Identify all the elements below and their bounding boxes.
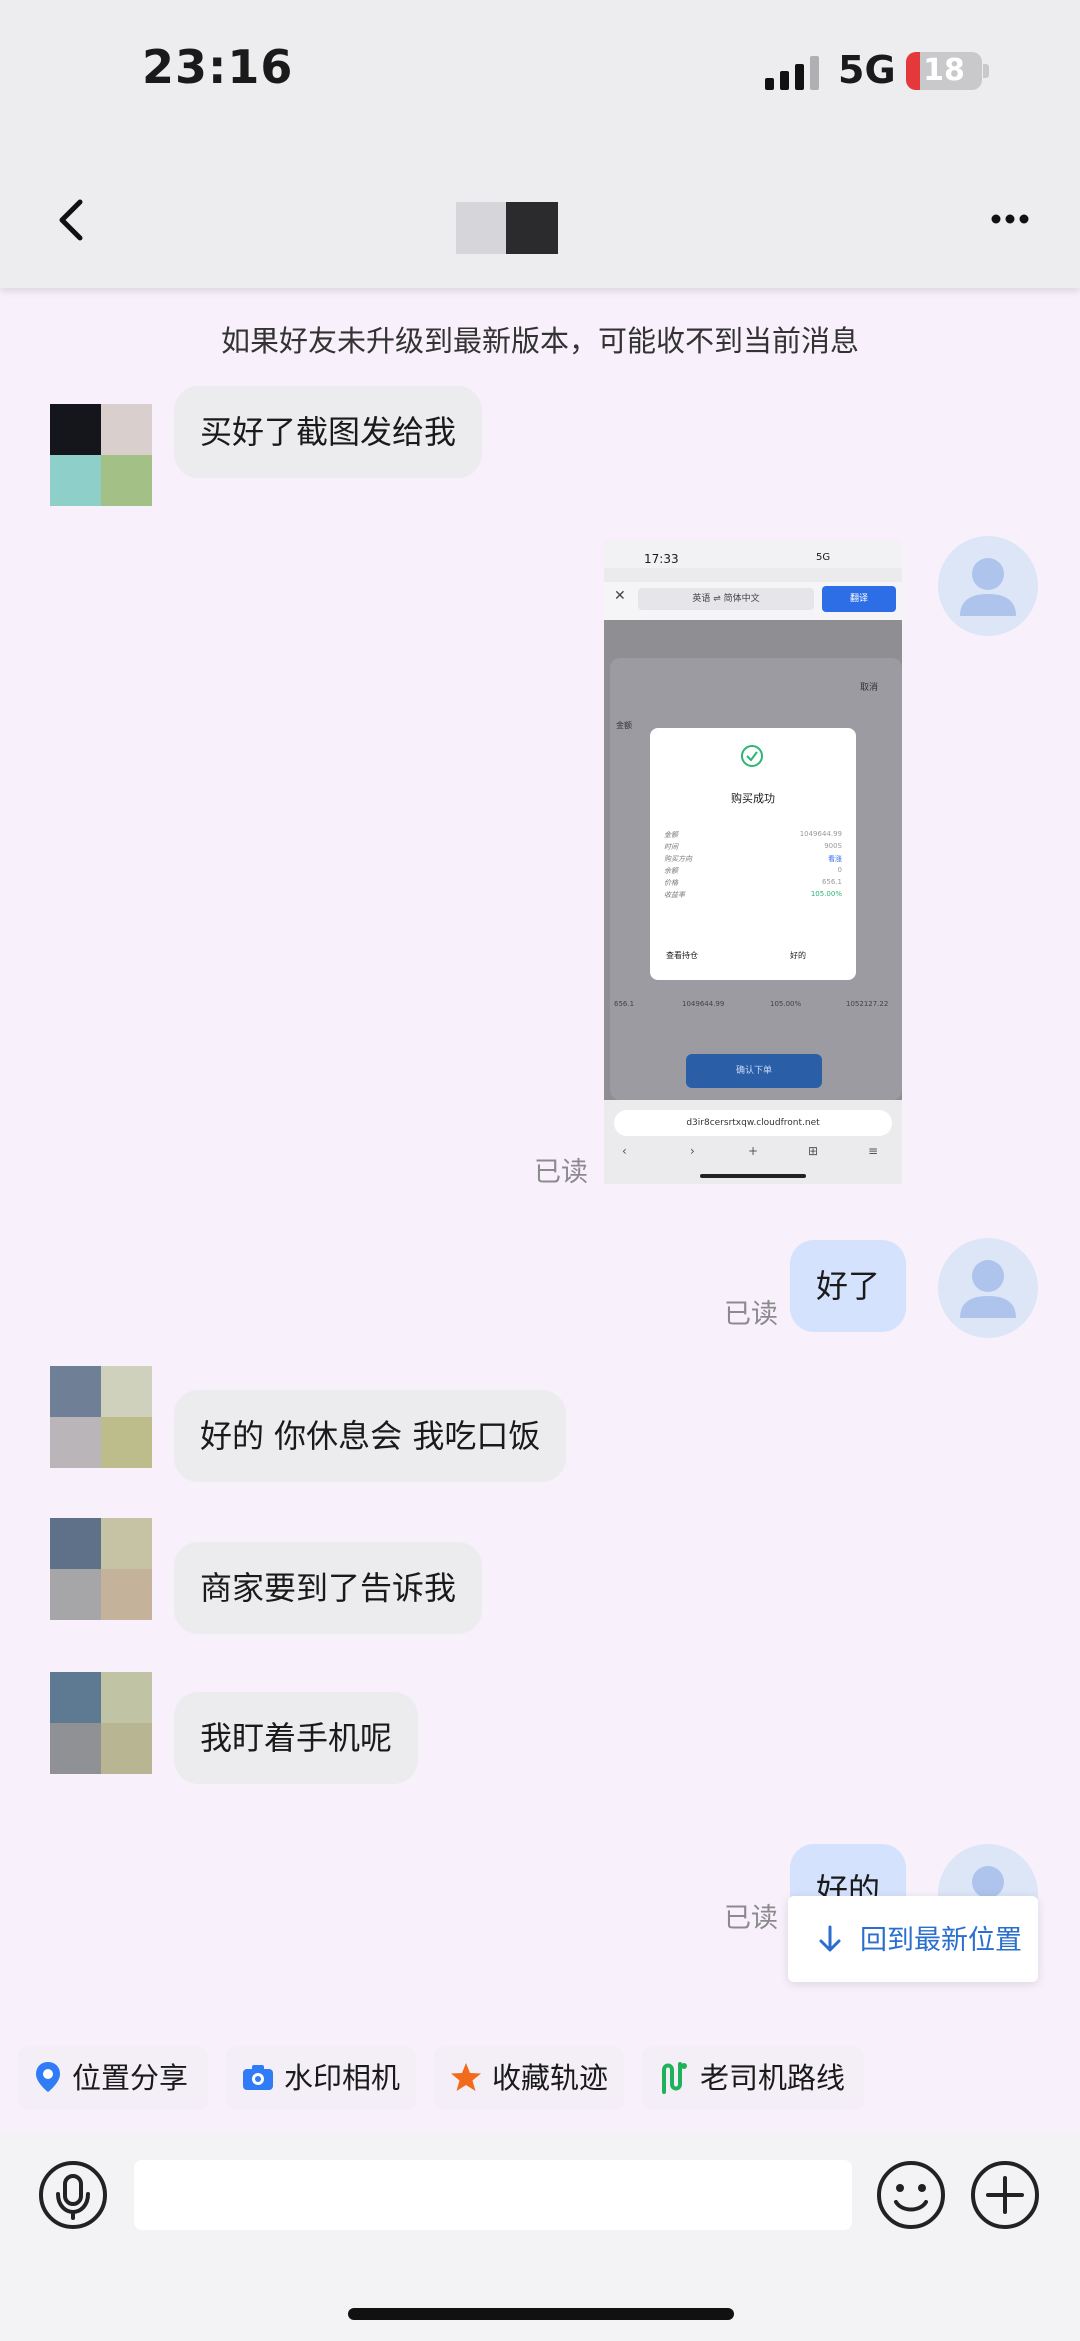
- status-time: 23:16: [142, 40, 294, 94]
- image-dialog-right-button: 好的: [790, 951, 806, 960]
- image-row-label: 金额: [664, 831, 678, 839]
- image-browser-nav: ‹ › + ⊞ ≡: [622, 1144, 879, 1158]
- jump-to-latest-label: 回到最新位置: [860, 1925, 1022, 1956]
- tool-label: 老司机路线: [700, 2061, 846, 2095]
- home-indicator: [348, 2308, 734, 2320]
- image-url: d3ir8cersrtxqw.cloudfront.net: [614, 1110, 892, 1136]
- contact-avatar[interactable]: [50, 1518, 152, 1620]
- image-network: 5G: [816, 552, 831, 563]
- tool-label: 水印相机: [284, 2061, 401, 2095]
- jump-to-latest-button[interactable]: 回到最新位置: [788, 1896, 1038, 1982]
- my-avatar[interactable]: [938, 1238, 1038, 1338]
- image-message[interactable]: 17:33 5G ✕ 英语 ⇌ 简体中文 翻译 取消 金额 购买成功 金额 104…: [604, 540, 902, 1184]
- image-row-label: 购买方向: [664, 855, 692, 863]
- battery-level: 18: [923, 53, 965, 88]
- image-row-label: 余额: [664, 867, 678, 875]
- message-input[interactable]: [134, 2160, 852, 2230]
- tool-label: 位置分享: [72, 2061, 189, 2095]
- message-bubble[interactable]: 我盯着手机呢: [174, 1692, 419, 1784]
- image-dialog-left-button: 查看持仓: [666, 951, 698, 960]
- tool-watermark-camera[interactable]: 水印相机: [226, 2046, 416, 2110]
- image-cancel: 取消: [860, 683, 879, 693]
- location-pin-icon: [36, 2062, 60, 2092]
- image-row-label: 收益率: [664, 891, 685, 899]
- close-icon: ✕: [614, 588, 626, 604]
- contact-avatar[interactable]: [50, 1672, 152, 1774]
- read-status: 已读: [724, 1299, 778, 1330]
- route-icon: [662, 2062, 687, 2094]
- network-label: 5G: [838, 48, 896, 92]
- contact-avatar[interactable]: [50, 1366, 152, 1468]
- message-bubble[interactable]: 好的 你休息会 我吃口饭: [174, 1390, 567, 1482]
- my-avatar[interactable]: [938, 536, 1038, 636]
- back-button[interactable]: [52, 196, 92, 244]
- message-bubble[interactable]: 商家要到了告诉我: [174, 1542, 483, 1634]
- tool-saved-tracks[interactable]: 收藏轨迹: [434, 2046, 624, 2110]
- image-translate-langs: 英语 ⇌ 简体中文: [638, 588, 814, 610]
- contact-avatar[interactable]: [50, 404, 152, 506]
- battery-cap: [983, 64, 989, 78]
- image-buy-button: 确认下单: [686, 1054, 822, 1088]
- image-dialog-title: 购买成功: [731, 792, 775, 805]
- user-icon: [960, 1260, 1016, 1318]
- check-circle-icon: [741, 745, 763, 767]
- battery-icon: 18: [906, 52, 982, 90]
- arrow-down-icon: [819, 1925, 841, 1952]
- read-status: 已读: [724, 1903, 778, 1934]
- tool-label: 收藏轨迹: [492, 2061, 609, 2095]
- star-icon: [451, 2063, 481, 2091]
- read-status: 已读: [534, 1157, 588, 1188]
- image-row-label: 时间: [664, 843, 678, 851]
- tool-driver-route[interactable]: 老司机路线: [642, 2046, 864, 2110]
- voice-button[interactable]: [38, 2160, 108, 2230]
- chat-title-obscured: [456, 202, 558, 254]
- image-status-time: 17:33: [644, 552, 679, 566]
- message-bubble[interactable]: 好了: [790, 1240, 907, 1332]
- image-dialog: 购买成功 金额 1049644.99 时间 900S 购买方向 看涨 余额 0 价格 65…: [650, 728, 856, 980]
- more-button[interactable]: [990, 204, 1030, 234]
- emoji-button[interactable]: [876, 2160, 946, 2230]
- camera-icon: [243, 2065, 273, 2090]
- image-amount-label: 金额: [616, 721, 632, 730]
- signal-icon: [765, 56, 819, 90]
- user-icon: [960, 558, 1016, 616]
- system-notice: 如果好友未升级到最新版本，可能收不到当前消息: [220, 324, 859, 358]
- image-translate-button: 翻译: [822, 586, 896, 612]
- image-row-label: 价格: [664, 879, 678, 887]
- message-bubble[interactable]: 买好了截图发给我: [174, 386, 483, 478]
- more-actions-button[interactable]: [970, 2160, 1040, 2230]
- tool-location-share[interactable]: 位置分享: [18, 2046, 208, 2110]
